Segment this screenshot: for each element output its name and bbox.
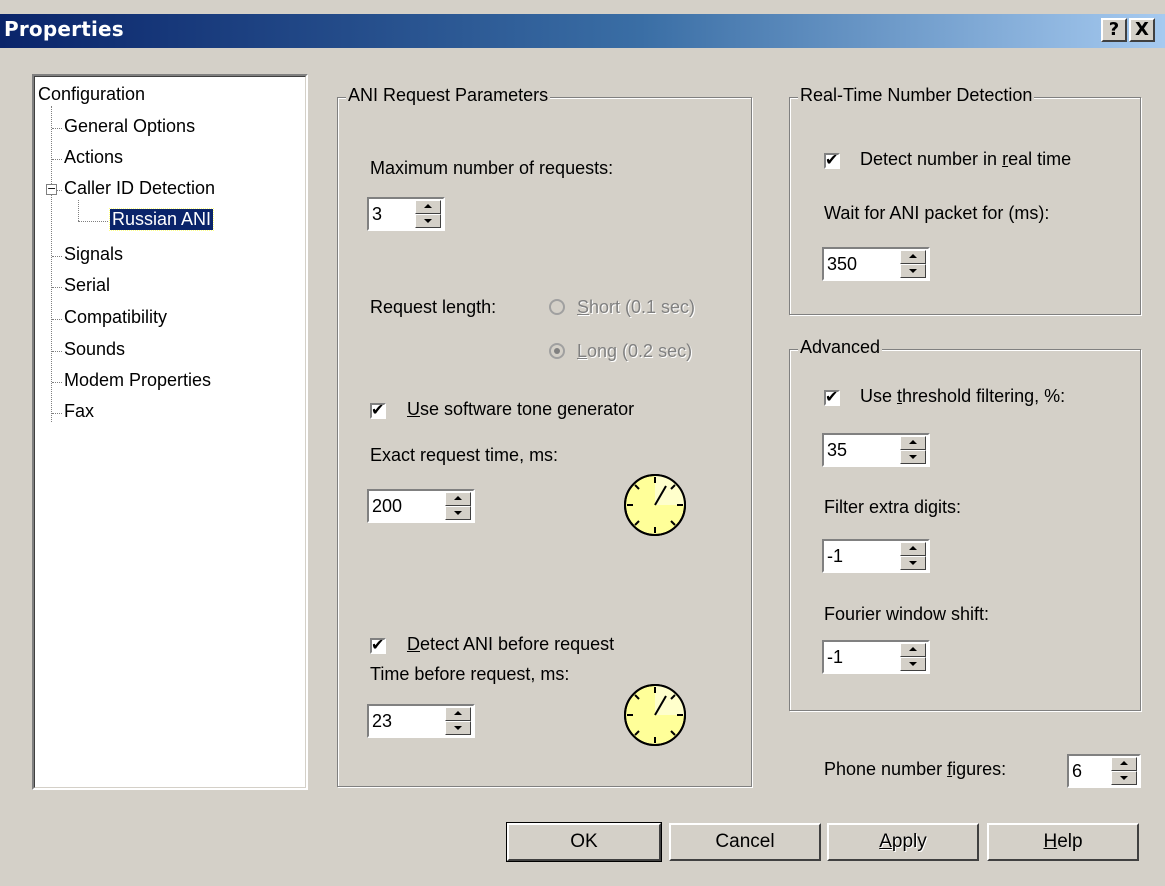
title-bar[interactable]: Properties ? X [0,14,1165,48]
config-tree[interactable]: − Configuration General Options Actions … [32,74,308,790]
spin-down-icon[interactable] [900,657,926,671]
tree-item-fax[interactable]: Fax [64,401,94,422]
tree-item-caller-id-detection[interactable]: Caller ID Detection [64,178,215,199]
spin-down-icon[interactable] [900,264,926,278]
filter-digits-value: -1 [827,546,844,566]
phone-figures-label: Phone number figures: [824,759,1007,779]
close-icon[interactable]: X [1129,18,1155,42]
help-icon[interactable]: ? [1101,18,1127,42]
long-radio[interactable] [549,343,565,359]
window-title: Properties [4,17,124,41]
ani-group-title: ANI Request Parameters [346,85,551,106]
tree-item-russian-ani[interactable]: Russian ANI [108,208,215,231]
tone-generator-label: Use software tone generator [407,399,635,419]
threshold-label: Use threshold filtering, %: [860,386,1066,406]
tree-item-modem-properties[interactable]: Modem Properties [64,370,211,391]
spin-down-icon[interactable] [415,214,441,228]
apply-button[interactable]: Apply [827,823,979,861]
properties-dialog: Properties ? X − Configuration General O… [0,0,1165,886]
threshold-checkbox[interactable]: ✔ [824,387,840,406]
time-before-label: Time before request, ms: [370,664,570,684]
long-radio-label: Long (0.2 sec) [577,341,693,361]
exact-time-value: 200 [372,496,403,516]
detect-realtime-checkbox[interactable]: ✔ [824,150,840,169]
max-requests-value: 3 [372,204,383,224]
spin-up-icon[interactable] [900,436,926,450]
short-radio[interactable] [549,299,565,315]
detect-before-checkbox[interactable]: ✔ [370,635,386,654]
tree-item-serial[interactable]: Serial [64,275,110,296]
fourier-shift-value: -1 [827,647,844,667]
spin-down-icon[interactable] [445,506,471,520]
filter-digits-spinner[interactable]: -1 [822,539,930,573]
advanced-group-title: Advanced [798,337,883,358]
phone-figures-spinner[interactable]: 6 [1067,754,1141,788]
spin-down-icon[interactable] [445,721,471,735]
phone-figures-value: 6 [1072,761,1083,781]
max-requests-spinner[interactable]: 3 [367,197,445,231]
cancel-button[interactable]: Cancel [669,823,821,861]
spin-down-icon[interactable] [900,556,926,570]
clock-icon [624,684,686,746]
clock-icon [624,474,686,536]
time-before-value: 23 [372,711,393,731]
tree-item-signals[interactable]: Signals [64,244,123,265]
exact-time-spinner[interactable]: 200 [367,489,475,523]
detect-realtime-label: Detect number in real time [860,149,1072,169]
max-requests-label: Maximum number of requests: [370,158,614,178]
fourier-shift-spinner[interactable]: -1 [822,640,930,674]
fourier-shift-label: Fourier window shift: [824,604,990,624]
spin-up-icon[interactable] [900,643,926,657]
threshold-value: 35 [827,440,848,460]
tone-generator-checkbox[interactable]: ✔ [370,400,386,419]
tree-item-actions[interactable]: Actions [64,147,123,168]
wait-ani-label: Wait for ANI packet for (ms): [824,203,1050,223]
spin-down-icon[interactable] [900,450,926,464]
time-before-spinner[interactable]: 23 [367,704,475,738]
tree-item-configuration[interactable]: Configuration [38,84,145,105]
request-length-label: Request length: [370,297,497,317]
detect-before-label: Detect ANI before request [407,634,615,654]
wait-ani-value: 350 [827,254,858,274]
spin-up-icon[interactable] [445,492,471,506]
collapse-icon[interactable]: − [46,183,57,195]
filter-digits-label: Filter extra digits: [824,497,962,517]
short-radio-label: Short (0.1 sec) [577,297,696,317]
spin-up-icon[interactable] [415,200,441,214]
spin-up-icon[interactable] [445,707,471,721]
spin-down-icon[interactable] [1111,771,1137,785]
tree-item-sounds[interactable]: Sounds [64,339,125,360]
tree-item-compatibility[interactable]: Compatibility [64,307,167,328]
tree-item-general-options[interactable]: General Options [64,116,195,137]
spin-up-icon[interactable] [900,250,926,264]
wait-ani-spinner[interactable]: 350 [822,247,930,281]
threshold-spinner[interactable]: 35 [822,433,930,467]
spin-up-icon[interactable] [1111,757,1137,771]
help-button[interactable]: Help [987,823,1139,861]
realtime-group-title: Real-Time Number Detection [798,85,1035,106]
ok-button[interactable]: OK [506,822,662,862]
exact-time-label: Exact request time, ms: [370,445,559,465]
spin-up-icon[interactable] [900,542,926,556]
